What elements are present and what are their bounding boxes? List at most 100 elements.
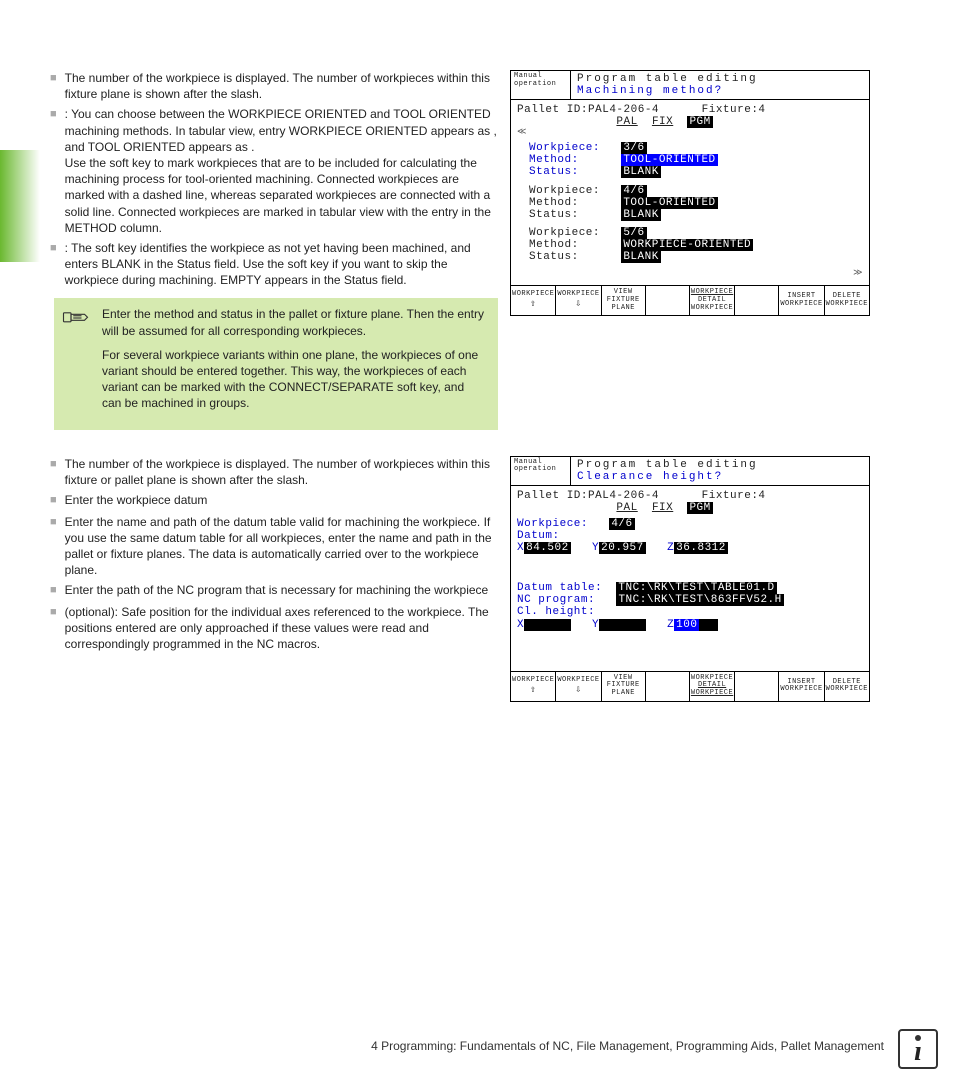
cx-value [524,619,571,631]
bullet-text: Enter the path of the NC program that is… [65,582,498,600]
status-label: Status: [529,166,579,178]
method-label: Method: [529,154,579,166]
bullet-square-icon: ■ [50,70,57,102]
bullet-status: ■ : The soft key identifies the workpiec… [50,240,498,289]
cnc-subtitle: Machining method? [577,85,863,97]
bullet-safe-position: ■ (optional): Safe position for the indi… [50,604,498,653]
bullet-square-icon: ■ [50,604,57,653]
ncprog-label: NC program: [517,594,595,606]
wp-label: Workpiece: [529,185,600,197]
arrow-down-icon: ⇩ [557,685,599,696]
note-body: Enter the method and status in the palle… [102,306,486,419]
bullet-method: ■ : You can choose between the WORKPIECE… [50,106,498,236]
pointing-hand-icon [62,306,92,419]
bullet-text: The number of the workpiece is displayed… [65,70,498,102]
cnc-title: Program table editing [577,73,863,85]
softkey-row: WORKPIECE⇧ WORKPIECE⇩ VIEWFIXTUREPLANE W… [511,671,869,701]
method-desc-a: : You can choose between the WORKPIECE O… [65,107,497,153]
bullet-square-icon: ■ [50,582,57,600]
method-value: TOOL-ORIENTED [621,154,717,166]
info-icon: ı [898,1029,938,1069]
bullet-workpiece-count2: ■ The number of the workpiece is display… [50,456,498,488]
method-desc-b: Use the soft key to mark workpieces that… [65,156,491,235]
softkey-insert[interactable]: INSERTWORKPIECE [779,286,824,315]
cnc-title: Program table editing [577,459,863,471]
arrow-up-icon: ⇧ [512,299,554,310]
cnc-screenshot-2: Manual operation Program table editing C… [510,456,870,702]
cnc-tabs: PAL FIX PGM [517,502,863,514]
scroll-left-icon: ≪ [517,128,863,138]
softkey-empty [735,672,779,701]
bullet-text: Enter the name and path of the datum tab… [65,514,498,579]
x-value: 84.502 [524,542,571,554]
softkey-workpiece-up[interactable]: WORKPIECE⇧ [511,286,556,315]
bullet-workpiece-count: ■ The number of the workpiece is display… [50,70,498,102]
lower-text-column: ■ The number of the workpiece is display… [50,456,498,716]
arrow-down-icon: ⇩ [557,299,599,310]
wp-label: Workpiece: [529,227,600,239]
softkey-empty [646,286,690,315]
status-value: BLANK [621,209,661,221]
bullet-square-icon: ■ [50,456,57,488]
softkey-workpiece-detail[interactable]: WORKPIECEDETAILWORKPIECE [690,286,735,315]
cnc-mode-label: Manual operation [511,457,571,485]
lower-section: ■ The number of the workpiece is display… [50,456,924,716]
cnc-mode-label: Manual operation [511,71,571,99]
cy-value [599,619,646,631]
bullet-text: The number of the workpiece is displayed… [65,456,498,488]
softkey-workpiece-down[interactable]: WORKPIECE⇩ [556,672,601,701]
bullet-square-icon: ■ [50,240,57,289]
bullet-square-icon: ■ [50,492,57,510]
softkey-workpiece-down[interactable]: WORKPIECE⇩ [556,286,601,315]
note-p2: For several workpiece variants within on… [102,347,486,412]
bullet-text: : You can choose between the WORKPIECE O… [65,106,498,236]
method-value: WORKPIECE-ORIENTED [621,239,753,251]
status-value: BLANK [621,166,661,178]
cl-label: Cl. height: [517,606,595,618]
arrow-up-icon: ⇧ [512,685,554,696]
softkey-insert[interactable]: INSERTWORKPIECE [779,672,824,701]
softkey-row: WORKPIECE⇧ WORKPIECE⇩ VIEWFIXTUREPLANE W… [511,285,869,315]
upper-text-column: ■ The number of the workpiece is display… [50,70,498,444]
cnc-header-row: Pallet ID:PAL4-206-4 Fixture:4 [517,490,863,502]
bullet-text: : The soft key identifies the workpiece … [65,240,498,289]
wp-label: Workpiece: [529,142,600,154]
dtable-label: Datum table: [517,582,602,594]
status-label: Status: [529,251,579,263]
datum-label: Datum: [517,530,560,542]
softkey-delete[interactable]: DELETEWORKPIECE [825,672,869,701]
ncprog-value: TNC:\RK\TEST\863FFV52.H [616,594,783,606]
cnc-subtitle: Clearance height? [577,471,863,483]
softkey-empty [646,672,690,701]
softkey-workpiece-detail[interactable]: WORKPIECEDETAILWORKPIECE [690,672,735,701]
bullet-text: Enter the workpiece datum [65,492,498,510]
cz-value: 100 [674,619,699,631]
cnc-tabs: PAL FIX PGM [517,116,863,128]
bullet-datum-table: ■ Enter the name and path of the datum t… [50,514,498,579]
wp-value: 4/6 [609,518,634,530]
note-p1: Enter the method and status in the palle… [102,306,486,338]
cnc-header-row: Pallet ID:PAL4-206-4 Fixture:4 [517,104,863,116]
side-accent [0,150,40,262]
softkey-view-fixture[interactable]: VIEWFIXTUREPLANE [602,672,646,701]
bullet-text: (optional): Safe position for the indivi… [65,604,498,653]
wp-value: 5/6 [621,227,646,239]
wp-value: 3/6 [621,142,646,154]
softkey-view-fixture[interactable]: VIEWFIXTUREPLANE [602,286,646,315]
status-value: BLANK [621,251,661,263]
method-label: Method: [529,239,579,251]
bullet-datum: ■ Enter the workpiece datum [50,492,498,510]
dtable-value: TNC:\RK\TEST\TABLE01.D [616,582,776,594]
page-footer: 4 Programming: Fundamentals of NC, File … [371,1039,884,1053]
wp-label: Workpiece: [517,518,588,530]
z-value: 36.8312 [674,542,728,554]
upper-section: ■ The number of the workpiece is display… [50,70,924,444]
bullet-square-icon: ■ [50,106,57,236]
y-value: 20.957 [599,542,646,554]
softkey-delete[interactable]: DELETEWORKPIECE [825,286,869,315]
softkey-workpiece-up[interactable]: WORKPIECE⇧ [511,672,556,701]
bullet-nc-program: ■ Enter the path of the NC program that … [50,582,498,600]
cnc-screenshot-1: Manual operation Program table editing M… [510,70,870,316]
scroll-right-icon: ≫ [517,269,863,279]
bullet-square-icon: ■ [50,514,57,579]
